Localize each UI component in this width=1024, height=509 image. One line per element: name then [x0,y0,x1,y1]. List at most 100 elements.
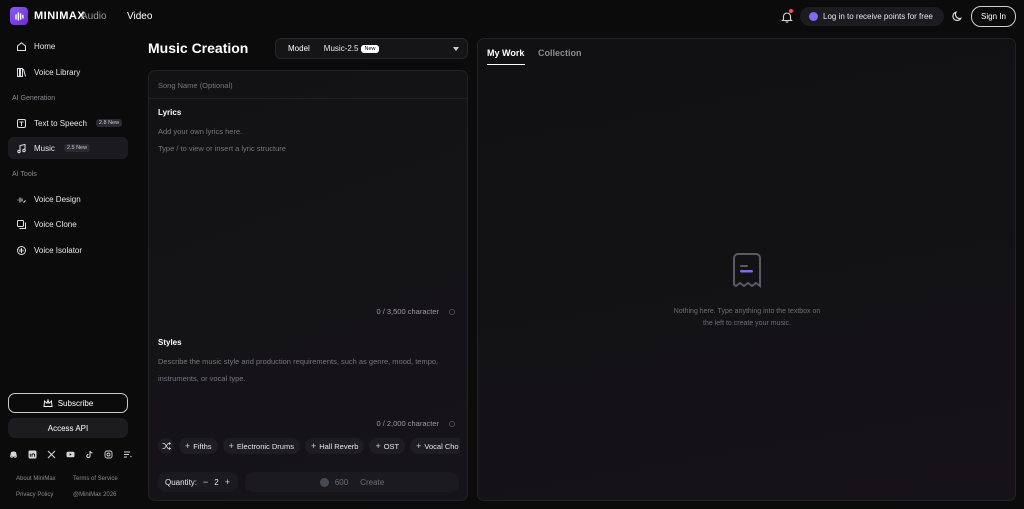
logo[interactable]: MINIMAX [10,7,85,25]
create-button[interactable]: 600 Create [245,472,459,492]
tab-collection[interactable]: Collection [538,48,582,58]
model-select[interactable]: Model Music-2.5 New [275,38,468,59]
blog-icon[interactable] [123,448,132,458]
sidebar-item-label: Voice Library [34,67,81,77]
library-icon [17,67,26,77]
sidebar-item-label: Home [34,41,56,51]
info-icon[interactable] [449,309,455,315]
song-name-input[interactable]: Song Name (Optional) [158,81,233,90]
sidebar-item-voice-isolator[interactable]: Voice Isolator [8,239,128,261]
login-reward-label: Log in to receive points for free [823,12,933,21]
quantity-stepper: Quantity: − 2 + [158,472,238,492]
crown-icon [43,398,53,407]
sidebar-item-voice-design[interactable]: Voice Design [8,188,128,210]
lyrics-title: Lyrics [158,108,182,117]
model-label: Model [288,44,310,53]
empty-state-message: Nothing here. Type anything into the tex… [647,306,847,330]
credits-icon [319,477,329,487]
section-ai-generation: AI Generation [12,95,56,102]
chip-label: Vocal Cho [424,441,459,451]
style-chip[interactable]: + OST [369,438,406,454]
about-link[interactable]: About MiniMax [16,476,56,482]
sidebar-item-music[interactable]: Music 2.5 New [8,137,128,159]
quantity-label: Quantity: [165,477,198,487]
chip-label: Fifths [193,441,212,451]
chip-label: OST [383,441,400,451]
nav-audio[interactable]: Audio [81,11,107,22]
social-links [9,448,132,459]
my-work-panel: My Work Collection Nothing here. Type an… [477,38,1016,501]
style-chip[interactable]: + Hall Reverb [304,438,365,454]
plus-icon: + [310,441,317,451]
plus-icon: + [228,441,234,451]
quantity-increase-button[interactable]: + [225,477,230,487]
chip-label: Electronic Drums [236,441,294,451]
sidebar-item-voice-library[interactable]: Voice Library [8,61,128,83]
style-chip[interactable]: + Fifths [179,438,218,454]
tiktok-icon[interactable] [85,448,94,459]
privacy-link[interactable]: Privacy Policy [16,492,53,498]
voice-clone-icon [17,219,26,229]
voice-isolator-icon [17,245,26,255]
subscribe-button[interactable]: Subscribe [8,393,128,413]
shuffle-icon [162,442,171,450]
login-reward-button[interactable]: Log in to receive points for free [800,7,944,26]
sidebar-item-text-to-speech[interactable]: Text to Speech 2.8 New [8,112,128,134]
create-cost: 600 [334,477,349,487]
empty-state-line: Nothing here. Type anything into the tex… [673,308,821,315]
sidebar: Home Voice Library AI Generation Text to… [0,32,136,509]
linkedin-icon[interactable] [28,448,37,459]
sidebar-item-label: Text to Speech [34,118,87,128]
brand-name: MINIMAX [34,10,86,22]
quantity-decrease-button[interactable]: − [203,477,208,487]
plus-icon: + [185,441,191,451]
plus-icon: + [416,441,422,451]
nav-video[interactable]: Video [127,11,152,22]
lyrics-placeholder-line: Add your own lyrics here. [158,127,243,136]
chip-label: Hall Reverb [319,441,359,451]
style-chip[interactable]: + Electronic Drums [222,438,300,454]
version-badge: 2.5 New [63,144,91,152]
sidebar-item-label: Voice Design [34,194,81,204]
tts-icon [17,118,26,128]
sign-in-button[interactable]: Sign In [971,6,1016,27]
version-badge: 2.8 New [95,119,123,127]
lyrics-placeholder-line: Type / to view or insert a lyric structu… [158,144,286,153]
home-icon [17,41,26,51]
sidebar-item-label: Music [34,143,55,153]
style-chips: + Fifths + Electronic Drums + Hall Reverb +… [158,438,460,454]
top-bar: MINIMAX Audio Video Log in to receive po… [0,0,1024,32]
terms-link[interactable]: Terms of Service [73,476,118,482]
new-badge: New [361,44,379,53]
divider [149,98,467,99]
create-label: Create [360,477,385,487]
plus-icon: + [375,441,381,451]
sidebar-item-home[interactable]: Home [8,35,128,57]
lyrics-counter: 0 / 3,500 character [376,307,439,316]
tab-my-work[interactable]: My Work [487,48,524,58]
points-icon [809,12,818,21]
x-twitter-icon[interactable] [47,448,56,459]
empty-state-line: the left to create your music. [703,320,791,327]
lyrics-input[interactable]: Add your own lyrics here. Type / to view… [158,123,458,157]
youtube-icon[interactable] [66,448,75,458]
empty-document-icon [733,253,761,288]
style-chip[interactable]: + Vocal Cho [410,438,460,454]
chevron-down-icon [453,47,459,51]
sidebar-item-label: Voice Clone [34,219,77,229]
music-icon [17,143,26,153]
section-ai-tools: AI Tools [12,171,37,178]
styles-input[interactable]: Describe the music style and production … [158,353,458,387]
info-icon[interactable] [449,421,455,427]
active-tab-indicator [487,64,525,65]
logo-icon [10,7,28,25]
moon-icon[interactable] [952,10,964,22]
sidebar-item-label: Voice Isolator [34,245,83,255]
styles-counter: 0 / 2,000 character [376,419,439,428]
styles-title: Styles [158,338,182,347]
access-api-button[interactable]: Access API [8,418,128,438]
instagram-icon[interactable] [104,448,113,459]
sidebar-item-voice-clone[interactable]: Voice Clone [8,213,128,235]
discord-icon[interactable] [9,448,18,458]
shuffle-button[interactable] [158,438,174,454]
